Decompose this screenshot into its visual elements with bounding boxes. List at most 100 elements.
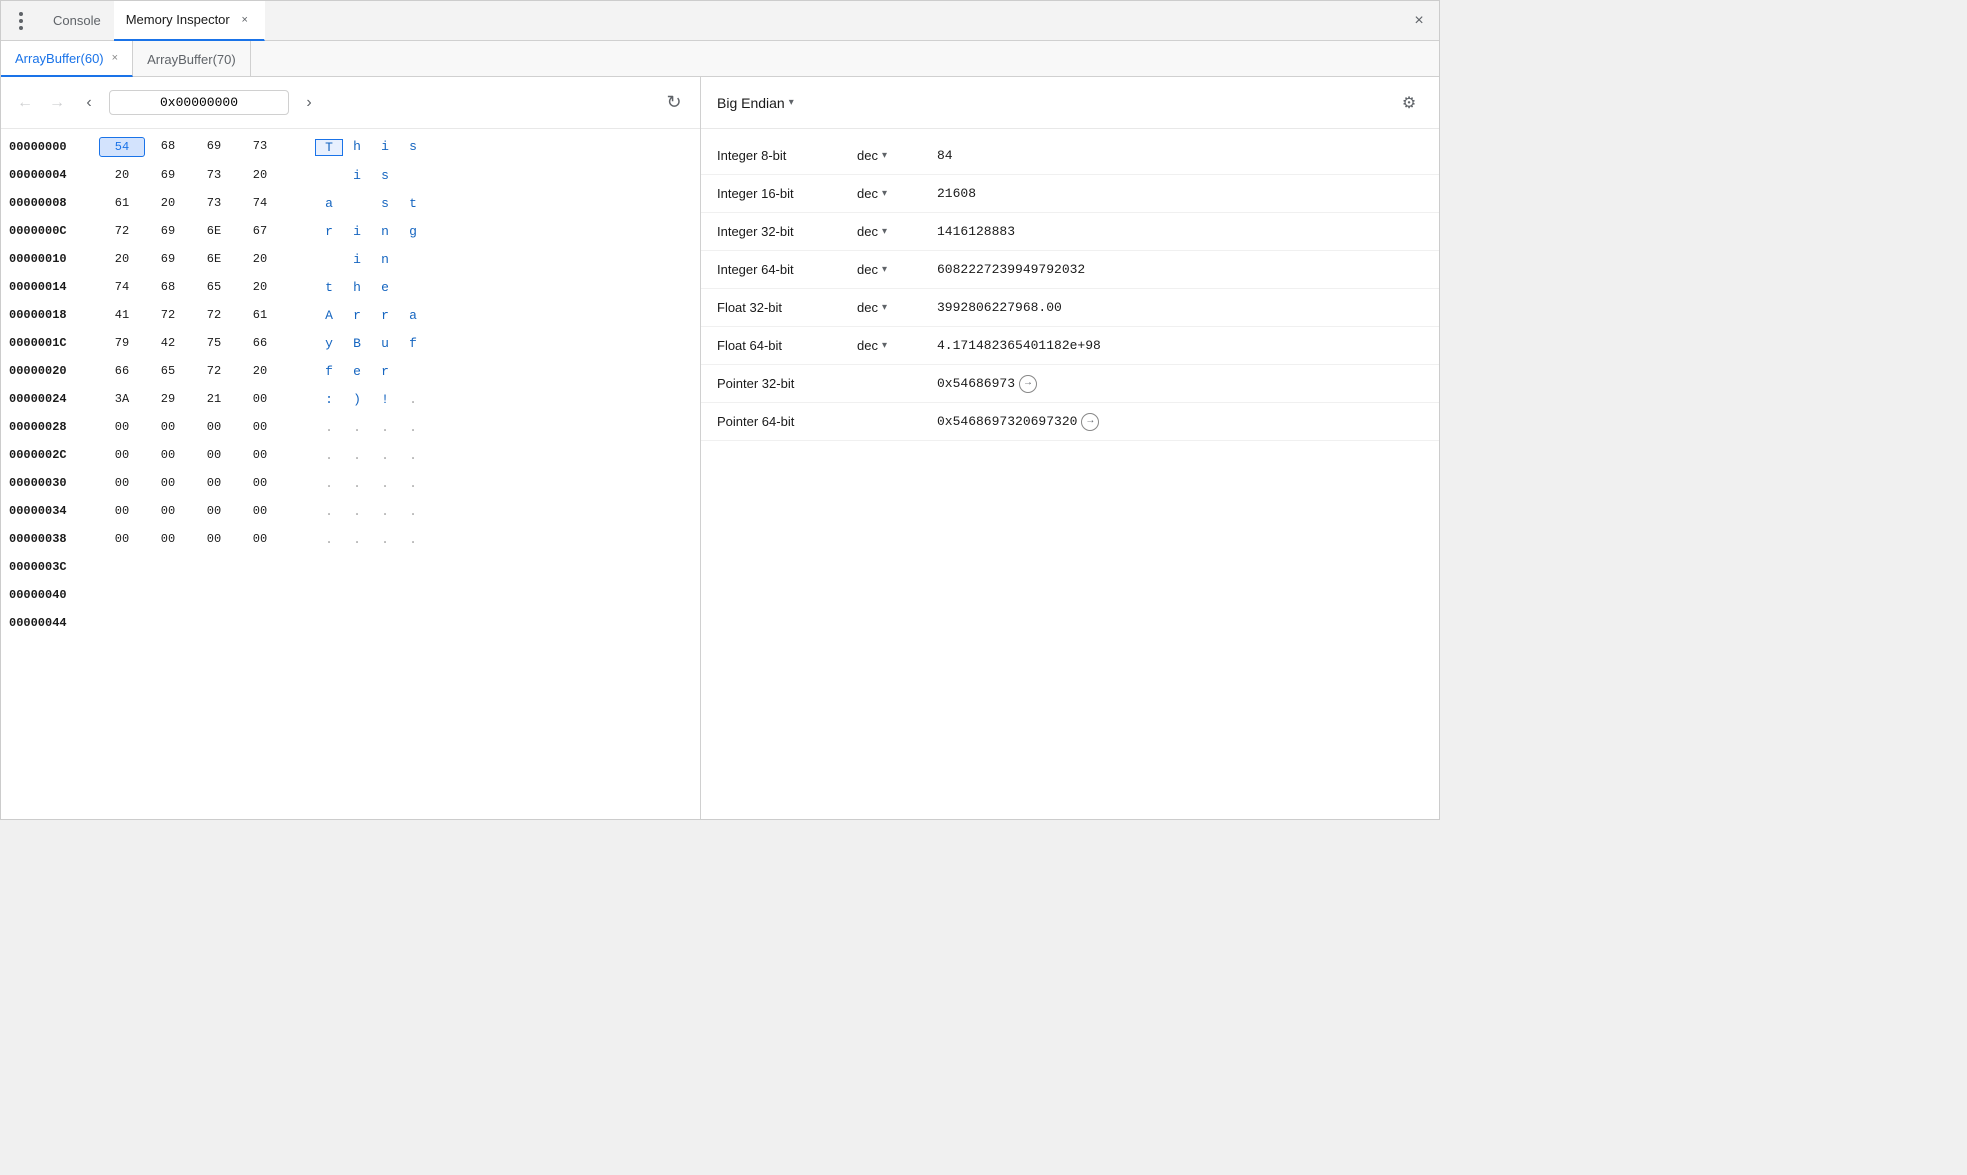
ascii-char[interactable]: a	[315, 196, 343, 211]
value-format-int64[interactable]: dec ▾	[857, 262, 937, 277]
more-options-icon[interactable]	[9, 9, 33, 33]
ascii-char[interactable]: i	[343, 168, 371, 183]
prev-page-button[interactable]: ‹	[77, 91, 101, 115]
hex-byte[interactable]: 00	[237, 446, 283, 464]
ascii-char[interactable]: .	[399, 420, 427, 435]
hex-byte[interactable]: 00	[99, 474, 145, 492]
ascii-char[interactable]	[315, 168, 343, 183]
hex-byte[interactable]: 00	[145, 530, 191, 548]
ascii-char[interactable]: .	[343, 532, 371, 547]
hex-byte[interactable]: 00	[191, 530, 237, 548]
ascii-char[interactable]: .	[343, 448, 371, 463]
ascii-char[interactable]: r	[371, 364, 399, 379]
ascii-char[interactable]: .	[399, 504, 427, 519]
ascii-char[interactable]: .	[399, 476, 427, 491]
tab-memory-inspector-close[interactable]: ×	[238, 13, 252, 27]
buffer-tab-ab70[interactable]: ArrayBuffer(70)	[133, 41, 251, 77]
settings-button[interactable]: ⚙	[1395, 89, 1423, 117]
address-input[interactable]	[109, 90, 289, 115]
pointer-navigate-ptr64[interactable]: →	[1081, 413, 1099, 431]
hex-byte[interactable]: 42	[145, 334, 191, 352]
hex-byte[interactable]: 61	[99, 194, 145, 212]
endian-selector[interactable]: Big Endian ▾	[717, 95, 794, 111]
hex-byte[interactable]: 00	[145, 446, 191, 464]
hex-byte[interactable]: 20	[145, 194, 191, 212]
hex-byte[interactable]: 20	[237, 278, 283, 296]
hex-byte[interactable]: 6E	[191, 222, 237, 240]
hex-byte[interactable]: 00	[99, 502, 145, 520]
ascii-char[interactable]: .	[315, 476, 343, 491]
ascii-char[interactable]: h	[343, 139, 371, 156]
ascii-char[interactable]	[399, 280, 427, 295]
ascii-char[interactable]: n	[371, 224, 399, 239]
hex-byte[interactable]: 00	[99, 446, 145, 464]
hex-byte[interactable]: 00	[99, 418, 145, 436]
hex-byte[interactable]: 00	[191, 418, 237, 436]
ascii-char[interactable]: B	[343, 336, 371, 351]
ascii-char[interactable]: .	[399, 392, 427, 407]
forward-button[interactable]: →	[45, 91, 69, 115]
ascii-char[interactable]: a	[399, 308, 427, 323]
ascii-char[interactable]: .	[315, 448, 343, 463]
ascii-char[interactable]: .	[399, 448, 427, 463]
hex-byte[interactable]: 00	[237, 530, 283, 548]
hex-byte[interactable]: 69	[145, 222, 191, 240]
hex-byte[interactable]: 66	[99, 362, 145, 380]
ascii-char[interactable]: .	[315, 420, 343, 435]
ascii-char[interactable]	[315, 252, 343, 267]
hex-byte[interactable]: 3A	[99, 390, 145, 408]
ascii-char[interactable]: t	[315, 280, 343, 295]
ascii-char[interactable]	[343, 196, 371, 211]
ascii-char[interactable]: .	[371, 504, 399, 519]
hex-byte[interactable]: 20	[237, 362, 283, 380]
hex-byte[interactable]: 41	[99, 306, 145, 324]
hex-byte[interactable]: 69	[145, 250, 191, 268]
ascii-char[interactable]: !	[371, 392, 399, 407]
hex-byte[interactable]: 00	[145, 418, 191, 436]
hex-byte[interactable]: 79	[99, 334, 145, 352]
ascii-char[interactable]: h	[343, 280, 371, 295]
ascii-char[interactable]: .	[371, 532, 399, 547]
ascii-char[interactable]: .	[343, 476, 371, 491]
ascii-char[interactable]: r	[315, 224, 343, 239]
ascii-char[interactable]: .	[343, 504, 371, 519]
hex-byte[interactable]: 00	[237, 390, 283, 408]
buffer-tab-ab60[interactable]: ArrayBuffer(60) ×	[1, 41, 133, 77]
hex-byte[interactable]: 61	[237, 306, 283, 324]
ascii-char[interactable]: i	[371, 139, 399, 156]
hex-byte[interactable]: 00	[145, 502, 191, 520]
hex-byte[interactable]: 00	[145, 474, 191, 492]
ascii-char[interactable]	[399, 168, 427, 183]
ascii-char[interactable]: .	[399, 532, 427, 547]
buffer-tab-ab60-close[interactable]: ×	[112, 52, 118, 64]
hex-byte[interactable]: 72	[145, 306, 191, 324]
ascii-char[interactable]: e	[371, 280, 399, 295]
hex-byte[interactable]: 68	[145, 137, 191, 157]
hex-byte[interactable]: 00	[191, 446, 237, 464]
ascii-char[interactable]: r	[343, 308, 371, 323]
hex-byte[interactable]: 66	[237, 334, 283, 352]
hex-byte[interactable]: 6E	[191, 250, 237, 268]
ascii-char[interactable]: T	[315, 139, 343, 156]
ascii-char[interactable]: g	[399, 224, 427, 239]
ascii-char[interactable]: .	[343, 420, 371, 435]
ascii-char[interactable]: :	[315, 392, 343, 407]
hex-byte[interactable]: 73	[191, 194, 237, 212]
value-format-float32[interactable]: dec ▾	[857, 300, 937, 315]
ascii-char[interactable]: .	[371, 448, 399, 463]
ascii-char[interactable]: s	[371, 196, 399, 211]
value-format-int32[interactable]: dec ▾	[857, 224, 937, 239]
ascii-char[interactable]: s	[399, 139, 427, 156]
hex-byte[interactable]: 29	[145, 390, 191, 408]
value-format-int8[interactable]: dec ▾	[857, 148, 937, 163]
hex-byte[interactable]: 73	[191, 166, 237, 184]
refresh-button[interactable]: ↻	[660, 89, 688, 117]
ascii-char[interactable]: .	[315, 532, 343, 547]
ascii-char[interactable]: .	[315, 504, 343, 519]
ascii-char[interactable]: f	[399, 336, 427, 351]
hex-byte[interactable]: 73	[237, 137, 283, 157]
close-window-button[interactable]: ×	[1407, 9, 1431, 33]
next-page-button[interactable]: ›	[297, 91, 321, 115]
tab-memory-inspector[interactable]: Memory Inspector ×	[114, 1, 265, 41]
hex-byte[interactable]: 00	[237, 418, 283, 436]
